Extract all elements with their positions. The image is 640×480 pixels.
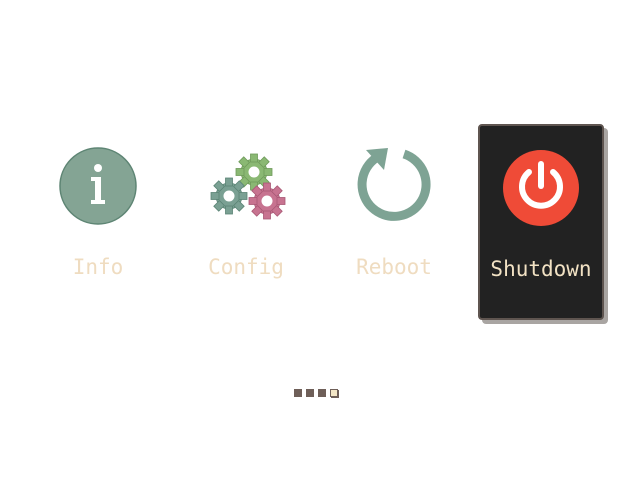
menu-item-shutdown[interactable]: Shutdown xyxy=(478,124,604,320)
menu-item-config[interactable]: Config xyxy=(183,124,309,320)
menu-item-label: Config xyxy=(208,255,284,279)
page-dot[interactable] xyxy=(318,389,326,397)
page-dot[interactable] xyxy=(306,389,314,397)
menu-item-label: Info xyxy=(72,255,124,279)
page-indicator xyxy=(294,389,338,399)
menu-item-reboot[interactable]: Reboot xyxy=(331,124,457,320)
gears-icon xyxy=(206,146,286,226)
menu-item-info[interactable]: Info xyxy=(35,124,161,320)
info-icon xyxy=(58,146,138,226)
menu-item-label: Reboot xyxy=(356,255,432,279)
page-dot[interactable] xyxy=(294,389,302,397)
page-dot-active[interactable] xyxy=(330,389,338,397)
power-icon xyxy=(501,148,581,228)
menu-item-label: Shutdown xyxy=(490,257,592,281)
refresh-icon xyxy=(354,146,434,226)
